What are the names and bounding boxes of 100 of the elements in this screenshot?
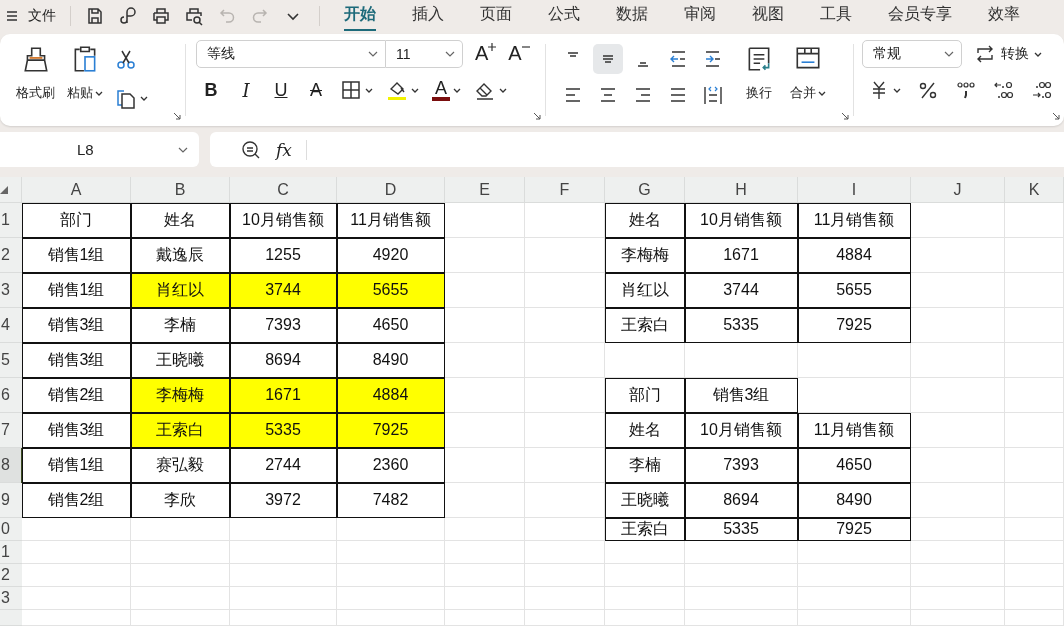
table-cell: 4650 <box>798 448 911 483</box>
dialog-launcher-icon[interactable] <box>1052 112 1060 120</box>
table-cell: 销售3组 <box>22 308 131 343</box>
row-header[interactable]: 5 <box>0 343 22 378</box>
dialog-launcher-icon[interactable] <box>173 112 181 120</box>
underline-button[interactable]: U <box>270 76 292 104</box>
row-header[interactable]: 6 <box>0 378 22 413</box>
table-cell: 7925 <box>798 518 911 541</box>
caret-icon <box>893 86 901 94</box>
row-header[interactable]: 4 <box>0 308 22 343</box>
row-header[interactable]: 1 <box>0 203 22 238</box>
column-header[interactable]: K <box>1005 177 1064 203</box>
font-color-button[interactable]: A <box>432 76 461 104</box>
row-header[interactable]: 7 <box>0 413 22 448</box>
search-icon[interactable] <box>240 138 262 161</box>
row-header[interactable]: 9 <box>0 483 22 518</box>
table-cell: 1255 <box>230 238 337 273</box>
swap-arrows-icon <box>974 43 996 65</box>
loop-icon[interactable] <box>118 6 138 26</box>
row-header[interactable]: 2 <box>0 238 22 273</box>
column-header[interactable]: I <box>798 177 911 203</box>
column-header[interactable]: B <box>131 177 230 203</box>
column-header[interactable]: A <box>22 177 131 203</box>
wrap-text-button[interactable]: 换行 <box>744 40 774 108</box>
table-cell: 4884 <box>337 378 445 413</box>
table-cell: 赛弘毅 <box>131 448 230 483</box>
column-header[interactable]: G <box>605 177 685 203</box>
table-cell: 4650 <box>337 308 445 343</box>
ribbon-tab[interactable]: 插入 <box>412 1 444 31</box>
paste-button[interactable]: 粘贴 <box>67 40 103 108</box>
column-header[interactable]: E <box>445 177 525 203</box>
table-cell: 10月销售额 <box>230 203 337 238</box>
grow-font-button[interactable]: A <box>475 40 497 68</box>
thousands-separator-icon[interactable] <box>955 79 977 101</box>
font-name-dropdown[interactable]: 等线 <box>196 40 386 68</box>
insert-function-button[interactable]: fx <box>276 139 292 160</box>
table-cell <box>1005 587 1064 610</box>
merge-button[interactable]: 合并 <box>790 40 826 108</box>
strikethrough-button[interactable]: A <box>305 76 327 104</box>
print-preview-icon[interactable] <box>184 6 204 26</box>
table-cell: 销售1组 <box>22 238 131 273</box>
table-cell: 销售2组 <box>22 483 131 518</box>
table-cell: 11月销售额 <box>798 203 911 238</box>
column-header[interactable]: H <box>685 177 798 203</box>
save-icon[interactable] <box>85 6 105 26</box>
convert-button[interactable]: 转换 <box>974 40 1042 68</box>
plus-icon <box>488 43 497 51</box>
align-middle-button[interactable] <box>593 44 623 74</box>
bold-button[interactable]: B <box>200 76 222 104</box>
dialog-launcher-icon[interactable] <box>533 112 541 120</box>
number-format-dropdown[interactable]: 常规 <box>862 40 962 68</box>
row-header[interactable]: 3 <box>0 273 22 308</box>
table-cell: 销售3组 <box>685 378 798 413</box>
column-header[interactable]: J <box>911 177 1005 203</box>
printer-icon[interactable] <box>151 6 171 26</box>
name-box[interactable]: L8 <box>0 132 199 167</box>
table-cell: 王索白 <box>131 413 230 448</box>
increase-decimal-icon[interactable] <box>993 79 1015 101</box>
row-header[interactable]: 1 <box>0 541 22 564</box>
shrink-font-button[interactable]: A <box>508 40 530 68</box>
row-header[interactable]: 0 <box>0 518 22 541</box>
column-header[interactable]: D <box>337 177 445 203</box>
caret-icon <box>818 89 826 97</box>
file-menu[interactable]: 文件 <box>0 4 62 28</box>
table-cell: 7393 <box>230 308 337 343</box>
font-size-dropdown[interactable]: 11 <box>386 40 463 68</box>
table-cell: 部门 <box>22 203 131 238</box>
table-cell: 李楠 <box>605 448 685 483</box>
copy-icon <box>115 87 137 109</box>
dialog-launcher-icon[interactable] <box>841 112 849 120</box>
ribbon-tab[interactable]: 视图 <box>752 1 784 31</box>
table-cell: 销售3组 <box>22 413 131 448</box>
row-header[interactable]: 3 <box>0 587 22 610</box>
ribbon-tab[interactable]: 开始 <box>344 1 376 31</box>
table-cell: 8694 <box>230 343 337 378</box>
row-header[interactable]: 8 <box>0 448 22 483</box>
decrease-decimal-icon[interactable] <box>1031 79 1053 101</box>
ribbon-tab[interactable]: 审阅 <box>684 1 716 31</box>
italic-button[interactable]: I <box>235 76 257 104</box>
table-cell: 5335 <box>230 413 337 448</box>
table-cell: 7925 <box>798 308 911 343</box>
column-header[interactable]: F <box>525 177 605 203</box>
ribbon-tab[interactable]: 工具 <box>820 1 852 31</box>
row-header[interactable]: 2 <box>0 564 22 587</box>
ribbon-tab[interactable]: 会员专享 <box>888 1 952 31</box>
table-cell: 8490 <box>337 343 445 378</box>
column-header[interactable]: C <box>230 177 337 203</box>
table-cell: 7482 <box>337 483 445 518</box>
scissors-icon[interactable] <box>115 48 137 70</box>
distribute-icon <box>702 84 724 106</box>
select-all-icon[interactable] <box>0 185 8 194</box>
ribbon-tab[interactable]: 效率 <box>988 1 1020 31</box>
ribbon-tab[interactable]: 公式 <box>548 1 580 31</box>
table-cell: 王晓曦 <box>131 343 230 378</box>
ribbon-tab[interactable]: 页面 <box>480 1 512 31</box>
table-cell: 王索白 <box>605 308 685 343</box>
ribbon-tab[interactable]: 数据 <box>616 1 648 31</box>
format-painter-button[interactable]: 格式刷 <box>16 40 55 108</box>
menu-icon <box>4 8 20 24</box>
table-cell: 销售1组 <box>22 448 131 483</box>
